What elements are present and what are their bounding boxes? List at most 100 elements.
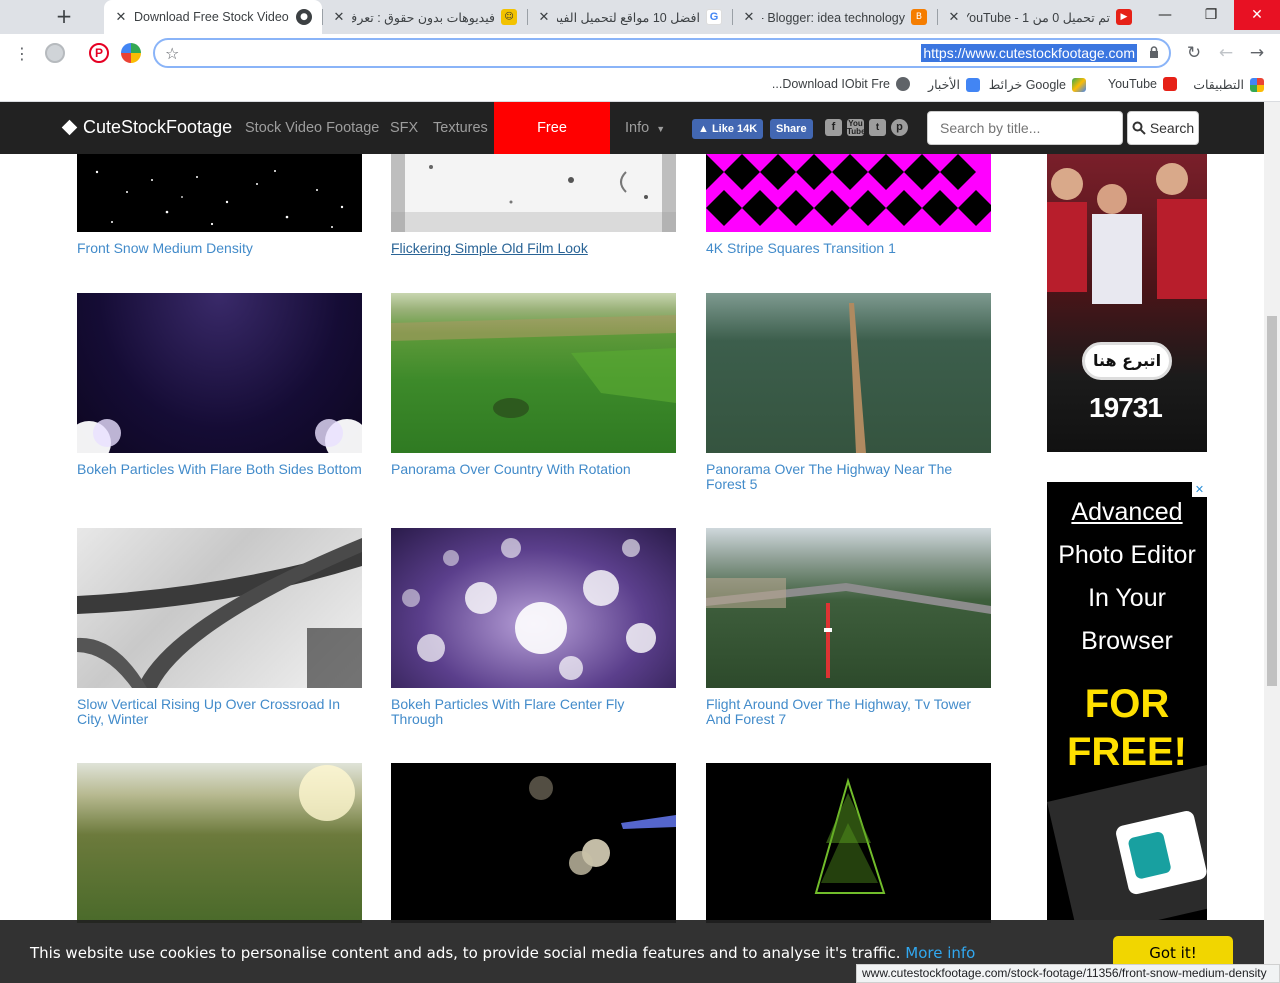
tab-close-icon[interactable]: ✕ (947, 10, 961, 25)
tab-emoji[interactable]: ☺ فيديوهات بدون حقوق : تعرف ع ✕ (322, 0, 528, 34)
restore-icon[interactable]: ❐ (1188, 0, 1234, 30)
youtube-icon[interactable]: You Tube (847, 119, 866, 136)
reload-icon[interactable]: ↻ (1181, 40, 1207, 66)
christmas-tree (814, 777, 886, 894)
nav-textures[interactable]: Textures (433, 102, 488, 154)
page-scrollbar[interactable] (1264, 102, 1280, 983)
footage-title[interactable]: Flight Around Over The Highway, Tv Tower… (706, 697, 991, 727)
nav-sfx[interactable]: SFX (390, 102, 418, 154)
bookmark-news[interactable]: الأخبار (928, 77, 980, 92)
facebook-like-button[interactable]: ▲ Like 14K (692, 119, 764, 139)
search-input[interactable] (927, 111, 1123, 145)
footage-thumbnail[interactable] (77, 293, 362, 453)
search-button[interactable]: Search (1127, 111, 1199, 145)
new-tab-button[interactable]: + (52, 5, 76, 29)
footage-title[interactable]: Bokeh Particles With Flare Center Fly Th… (391, 697, 676, 727)
tab-list: ▶ تم تحميل 0 من 1 - YouTube ✕ B Blogger:… (104, 0, 1142, 34)
footage-thumbnail[interactable] (706, 154, 991, 232)
footage-card[interactable]: Front Snow Medium Density (77, 154, 362, 256)
facebook-icon[interactable]: f (825, 119, 842, 136)
more-info-link[interactable]: More info (905, 944, 975, 962)
footage-card[interactable]: Panorama Over Country With Rotation (391, 293, 676, 477)
facebook-share-button[interactable]: Share (770, 119, 813, 139)
tab-blogger[interactable]: B Blogger: idea technology - ع ✕ (732, 0, 938, 34)
footage-card[interactable]: Flickering Simple Old Film Look (391, 154, 676, 256)
site-logo[interactable]: CuteStockFootage (61, 117, 233, 138)
footage-card[interactable]: Slow Vertical Rising Up Over Crossroad I… (77, 528, 362, 727)
footage-thumbnail[interactable] (391, 528, 676, 688)
ad-headline-1: Advanced (1071, 498, 1183, 526)
footage-thumbnail[interactable] (391, 154, 676, 232)
footage-thumbnail[interactable] (77, 154, 362, 232)
bookmark-star-icon[interactable]: ☆ (165, 44, 179, 63)
bookmark-youtube[interactable]: YouTube (1108, 77, 1177, 91)
bookmark-iobit[interactable]: Download IObit Fre... (772, 77, 910, 91)
tab-close-icon[interactable]: ✕ (114, 10, 128, 25)
tab-title: تم تحميل 0 من 1 - YouTube (967, 10, 1110, 25)
footage-card[interactable] (706, 763, 991, 932)
emoji-icon: ☺ (501, 9, 517, 25)
footage-card[interactable]: Bokeh Particles With Flare Both Sides Bo… (77, 293, 362, 477)
tab-cutestockfootage[interactable]: ● Download Free Stock Video ✕ (104, 0, 323, 34)
bookmark-maps[interactable]: Google خرائط (989, 77, 1086, 92)
tab-title: فيديوهات بدون حقوق : تعرف ع (352, 10, 495, 25)
nav-info[interactable]: Info ▼ (625, 102, 665, 154)
footage-title[interactable]: Flickering Simple Old Film Look (391, 241, 676, 256)
footage-thumbnail[interactable] (391, 293, 676, 453)
bookmark-label: التطبيقات (1193, 78, 1244, 92)
photo-editor-ad[interactable]: ✕ Advanced Photo Editor In Your Browser … (1047, 482, 1207, 920)
footage-card[interactable] (77, 763, 362, 932)
pinterest-icon[interactable]: P (89, 43, 109, 63)
brand-name: CuteStockFootage (83, 117, 233, 137)
extension-globe-icon[interactable] (121, 43, 141, 63)
footage-title[interactable]: Bokeh Particles With Flare Both Sides Bo… (77, 462, 362, 477)
forward-icon[interactable]: ← (1213, 40, 1239, 66)
photopea-mark (1127, 830, 1172, 880)
tv-tower (706, 578, 991, 678)
footage-title[interactable]: Front Snow Medium Density (77, 241, 362, 256)
nav-stock-video-footage[interactable]: Stock Video Footage (245, 102, 379, 154)
nav-free-resources[interactable]: Free Resources (494, 102, 610, 188)
donate-button[interactable]: اتبرع هنا (1082, 342, 1172, 380)
pinterest-icon[interactable]: p (891, 119, 908, 136)
footage-thumbnail[interactable] (706, 293, 991, 453)
donation-ad[interactable]: اتبرع هنا 19731 (1047, 154, 1207, 452)
footage-thumbnail[interactable] (706, 528, 991, 688)
tab-youtube[interactable]: ▶ تم تحميل 0 من 1 - YouTube ✕ (937, 0, 1142, 34)
scrollbar-thumb[interactable] (1267, 316, 1277, 686)
footage-thumbnail[interactable] (391, 763, 676, 923)
footage-title[interactable]: Panorama Over Country With Rotation (391, 462, 676, 477)
tab-close-icon[interactable]: ✕ (537, 10, 551, 25)
footage-card[interactable]: Flight Around Over The Highway, Tv Tower… (706, 528, 991, 727)
tab-google[interactable]: G افضل 10 مواقع لتحميل الفيديو ✕ (527, 0, 733, 34)
close-window-icon[interactable]: ✕ (1234, 0, 1280, 30)
twitter-icon[interactable]: t (869, 119, 886, 136)
footage-title[interactable]: Slow Vertical Rising Up Over Crossroad I… (77, 697, 362, 727)
extension-icon[interactable] (45, 43, 65, 63)
bookmark-apps[interactable]: التطبيقات (1193, 77, 1264, 92)
blogger-icon: B (911, 9, 927, 25)
ad-headline-2: Photo Editor (1058, 541, 1196, 569)
minimize-icon[interactable]: — (1142, 0, 1188, 30)
footage-card[interactable]: 4K Stripe Squares Transition 1 (706, 154, 991, 256)
crossroad (77, 538, 362, 688)
back-icon[interactable]: → (1244, 40, 1270, 66)
footage-card[interactable] (391, 763, 676, 932)
bookmark-label: Google خرائط (988, 78, 1066, 92)
url-text[interactable]: https://www.cutestockfootage.com (921, 44, 1137, 62)
footage-card[interactable]: Panorama Over The Highway Near The Fores… (706, 293, 991, 492)
tab-close-icon[interactable]: ✕ (332, 10, 346, 25)
address-bar[interactable]: ☆ https://www.cutestockfootage.com (153, 38, 1171, 68)
footage-thumbnail[interactable] (77, 763, 362, 923)
lock-icon (1150, 46, 1158, 58)
ad-choices-icon[interactable]: ✕ (1192, 482, 1207, 497)
youtube-icon (1163, 77, 1177, 91)
tab-close-icon[interactable]: ✕ (742, 10, 756, 25)
menu-dots-icon[interactable]: ⋮ (9, 40, 35, 66)
stripe-squares (706, 154, 991, 226)
footage-thumbnail[interactable] (77, 528, 362, 688)
footage-title[interactable]: 4K Stripe Squares Transition 1 (706, 241, 991, 256)
footage-card[interactable]: Bokeh Particles With Flare Center Fly Th… (391, 528, 676, 727)
footage-title[interactable]: Panorama Over The Highway Near The Fores… (706, 462, 991, 492)
footage-thumbnail[interactable] (706, 763, 991, 923)
